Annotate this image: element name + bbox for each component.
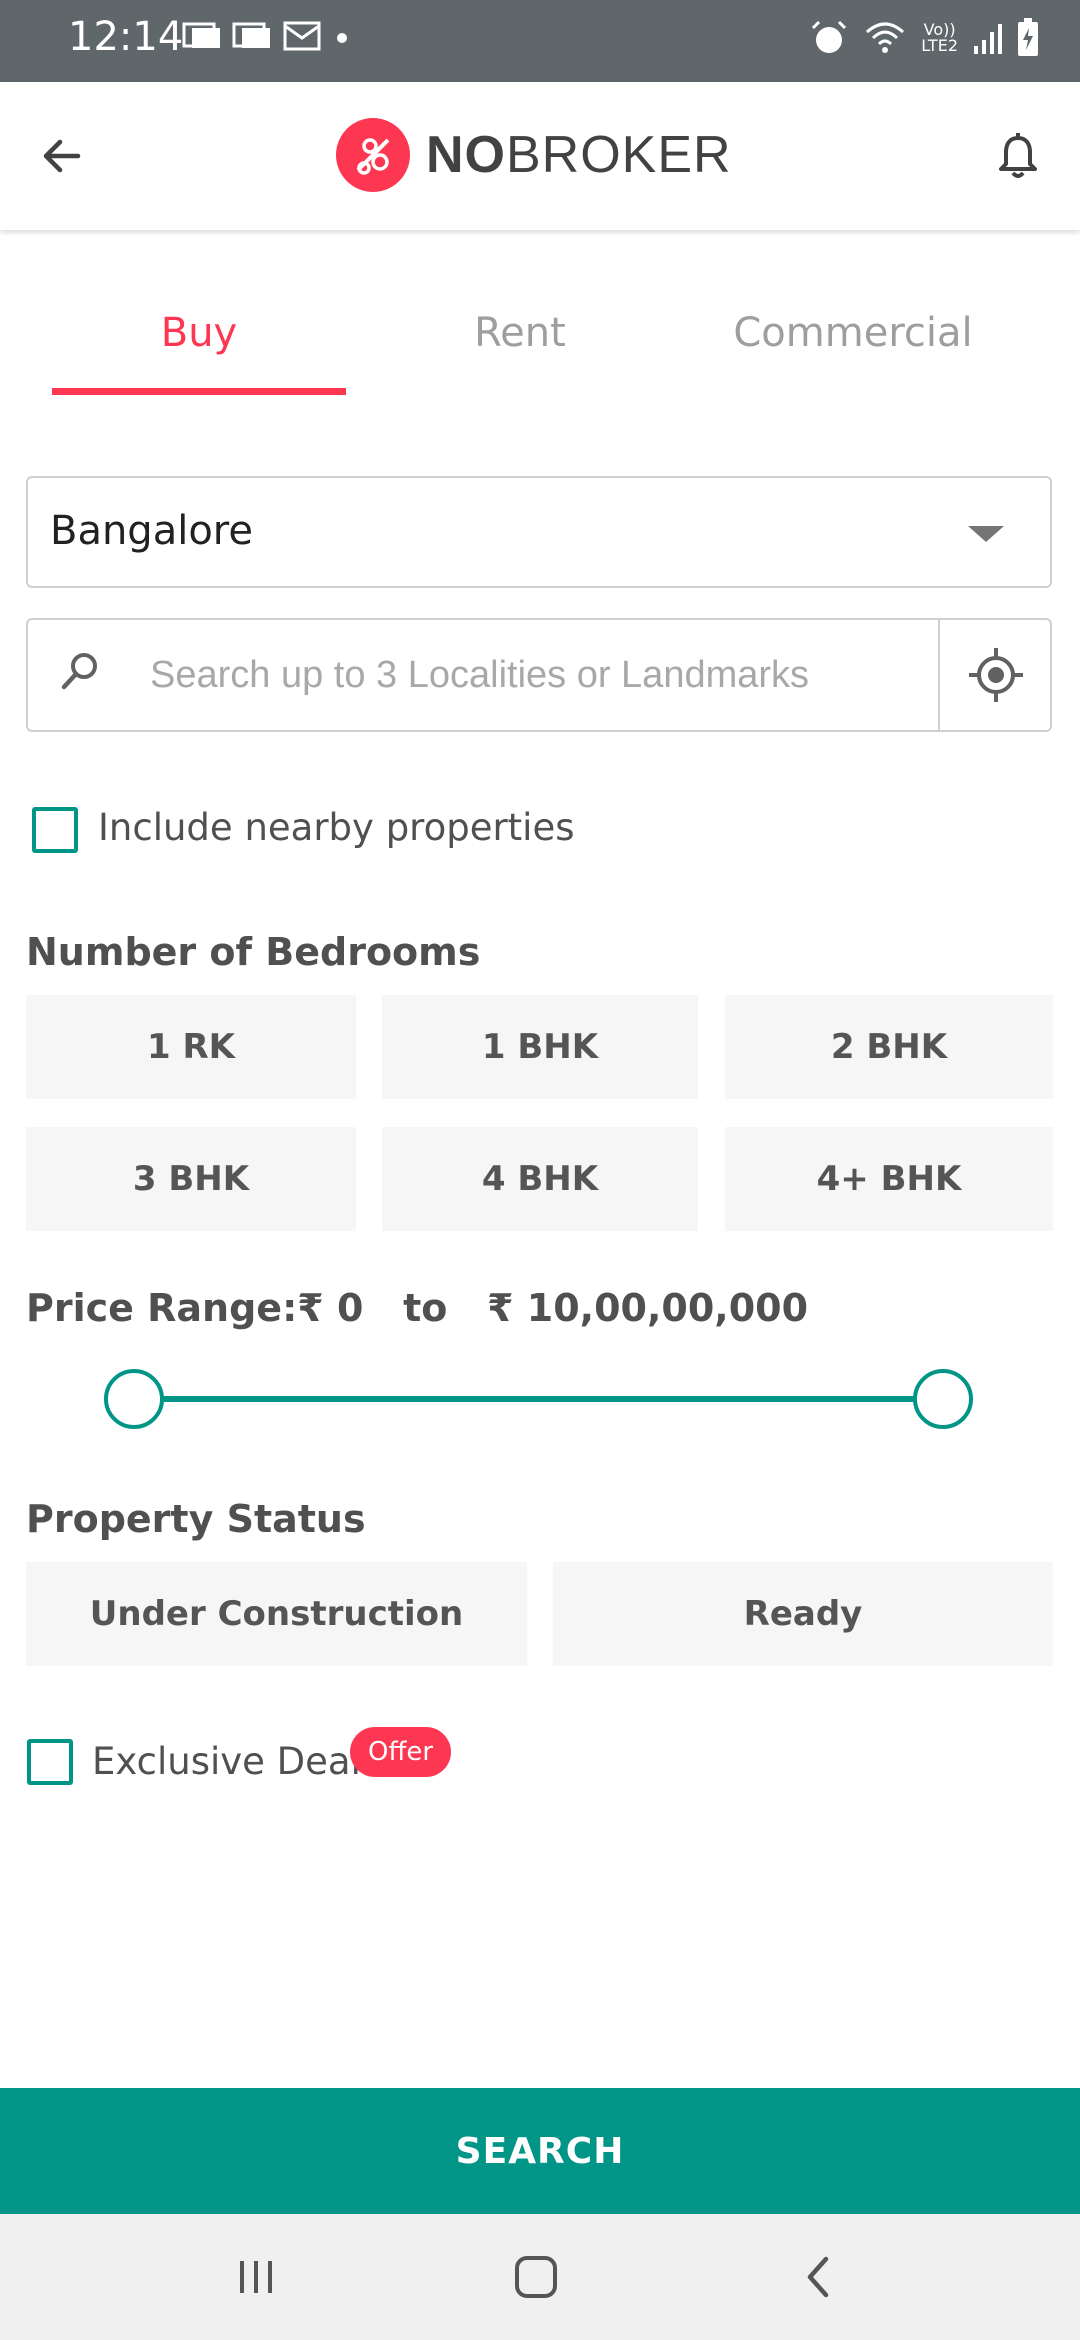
tab-commercial[interactable]: Commercial	[700, 310, 1006, 356]
lte-label: LTE2	[921, 36, 958, 55]
recent-apps-button[interactable]	[216, 2244, 296, 2310]
alarm-icon	[812, 20, 847, 53]
price-min-handle[interactable]	[104, 1369, 164, 1429]
exclusive-deals-checkbox[interactable]	[27, 1739, 73, 1785]
home-button[interactable]	[496, 2244, 576, 2310]
bedroom-option-2bhk[interactable]: 2 BHK	[725, 995, 1053, 1099]
price-to-spacer	[447, 1286, 487, 1330]
search-button[interactable]: SEARCH	[0, 2088, 1080, 2214]
nobroker-logo: NOBROKER	[336, 118, 732, 192]
price-to-label: to	[403, 1286, 448, 1330]
property-status-title: Property Status	[26, 1497, 366, 1541]
city-value: Bangalore	[50, 508, 253, 554]
signal-icon	[974, 24, 1002, 54]
app-bar: NOBROKER	[0, 82, 1080, 230]
gps-target-icon	[969, 648, 1023, 702]
system-navigation-bar	[0, 2214, 1080, 2340]
recent-apps-icon	[240, 2261, 272, 2293]
home-icon	[515, 2256, 557, 2298]
bedroom-option-1bhk[interactable]: 1 BHK	[382, 995, 698, 1099]
battery-charging-icon	[1018, 18, 1038, 56]
city-dropdown[interactable]: Bangalore	[26, 476, 1052, 588]
active-tab-indicator	[52, 388, 346, 395]
property-type-tabs: Buy Rent Commercial	[0, 230, 1080, 400]
price-slider-track[interactable]	[134, 1396, 944, 1402]
exclusive-deals-label[interactable]: Exclusive Deals	[92, 1740, 380, 1783]
notification-message-icon	[232, 22, 270, 48]
status-option-ready[interactable]: Ready	[553, 1562, 1053, 1666]
bedrooms-title: Number of Bedrooms	[26, 930, 481, 974]
bedroom-option-4plus-bhk[interactable]: 4+ BHK	[725, 1127, 1053, 1231]
status-option-under-construction[interactable]: Under Construction	[26, 1562, 527, 1666]
current-location-button[interactable]	[940, 620, 1052, 730]
search-input[interactable]	[148, 644, 952, 706]
logo-mark-icon	[336, 118, 410, 192]
network-type: Vo)) LTE2	[921, 22, 958, 54]
arrow-left-icon	[43, 139, 81, 173]
price-range-prefix: Price Range:	[26, 1286, 298, 1330]
price-range-label: Price Range:₹ 0 to ₹ 10,00,00,000	[26, 1286, 808, 1330]
offer-badge: Offer	[350, 1727, 452, 1777]
back-button[interactable]	[30, 124, 94, 188]
locality-search	[26, 618, 1052, 732]
wifi-icon	[866, 22, 905, 53]
mail-icon	[283, 21, 321, 51]
notification-icons	[182, 18, 352, 54]
logo-text-regular: BROKER	[506, 126, 732, 184]
notification-message-icon	[182, 22, 220, 48]
dot-icon	[337, 33, 347, 43]
bell-icon	[999, 133, 1037, 178]
bedroom-option-1rk[interactable]: 1 RK	[26, 995, 356, 1099]
logo-text-bold: NO	[426, 126, 506, 184]
status-bar: 12:14 Vo)) LTE2	[0, 0, 1080, 82]
bedroom-option-3bhk[interactable]: 3 BHK	[26, 1127, 356, 1231]
nearby-label[interactable]: Include nearby properties	[98, 806, 575, 849]
search-icon	[58, 650, 102, 698]
tab-rent[interactable]: Rent	[370, 310, 670, 356]
chevron-down-icon	[968, 526, 1004, 542]
notifications-button[interactable]	[986, 124, 1050, 188]
price-max-value: ₹ 10,00,00,000	[487, 1286, 809, 1330]
price-to-spacer	[363, 1286, 403, 1330]
logo-text: NOBROKER	[426, 125, 732, 185]
bedroom-option-4bhk[interactable]: 4 BHK	[382, 1127, 698, 1231]
system-icons: Vo)) LTE2	[809, 18, 1040, 58]
nearby-checkbox[interactable]	[32, 807, 78, 853]
chevron-left-icon	[807, 2256, 829, 2298]
price-max-handle[interactable]	[913, 1369, 973, 1429]
tab-buy[interactable]: Buy	[52, 310, 346, 356]
price-min-value: ₹ 0	[297, 1286, 364, 1330]
system-back-button[interactable]	[778, 2244, 858, 2310]
status-time: 12:14	[68, 14, 184, 60]
